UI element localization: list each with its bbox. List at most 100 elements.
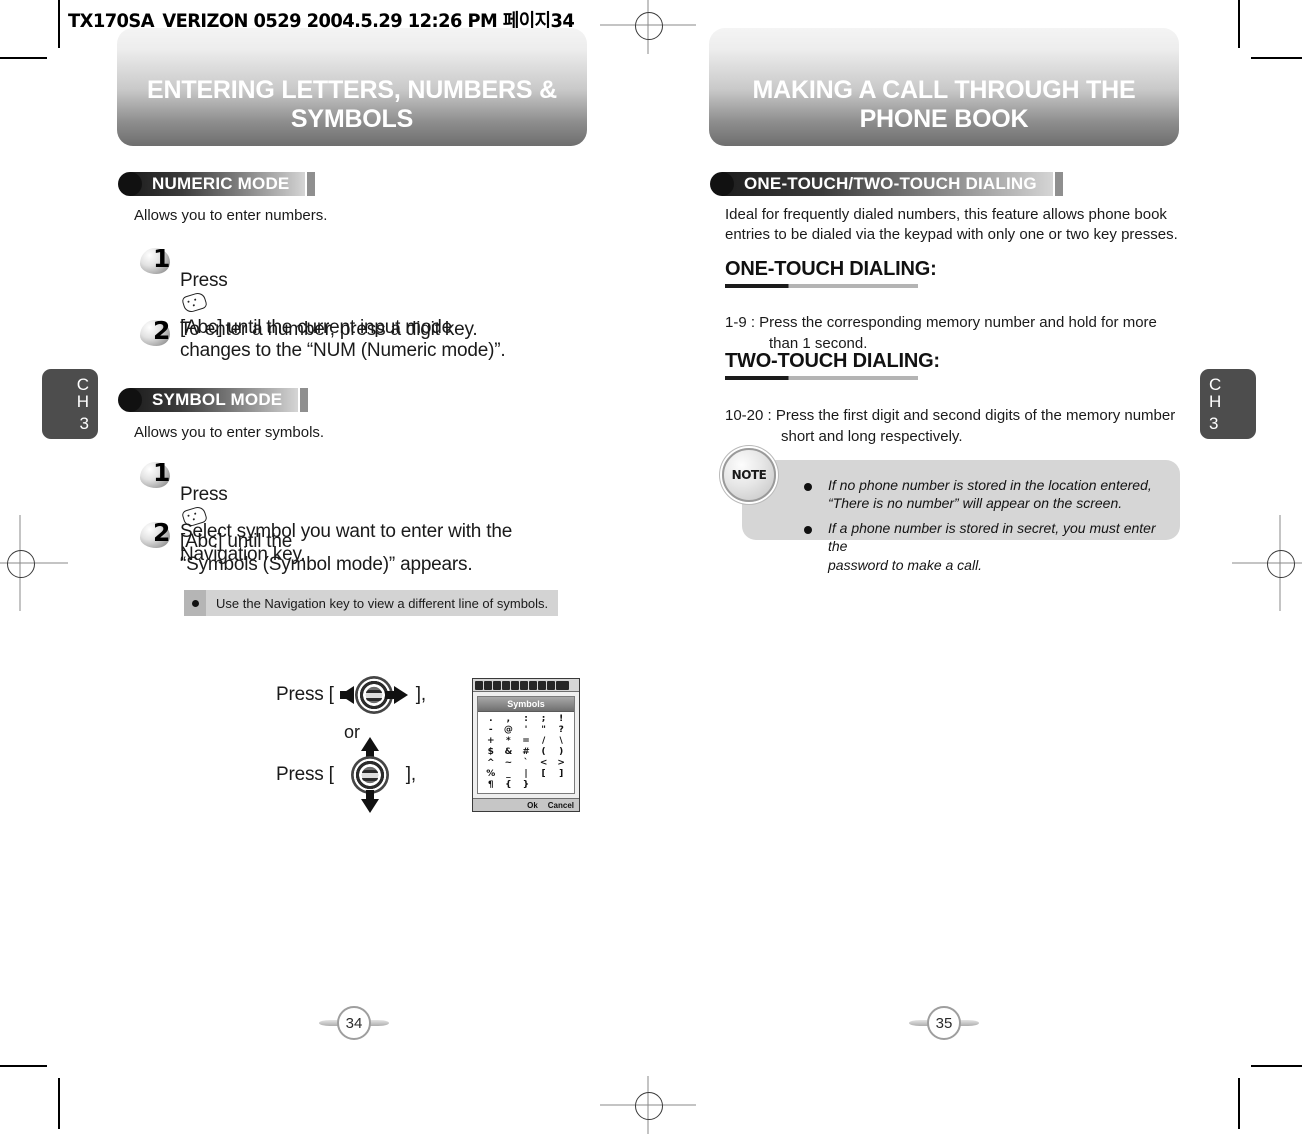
section-bullet-icon [710,172,734,196]
symbol-cell[interactable]: ] [552,769,570,780]
section-heading-symbol-mode: SYMBOL MODE [118,387,309,413]
symbol-cell[interactable]: * [500,736,518,747]
symbol-mode-intro: Allows you to enter symbols. [134,424,325,441]
right-page-banner: MAKING A CALL THROUGH THE PHONE BOOK [709,28,1179,146]
symbol-cell[interactable]: | [517,769,535,780]
subhead-rule [725,284,918,288]
symbol-cell[interactable]: } [517,780,535,791]
registration-circle [1267,550,1295,578]
symbol-cell[interactable]: > [552,758,570,769]
symbol-cell[interactable]: # [517,747,535,758]
symbol-cell[interactable]: ; [535,714,553,725]
symbol-cell[interactable]: ` [517,758,535,769]
symbol-cell[interactable]: : [517,714,535,725]
symbol-cell[interactable]: ^ [482,758,500,769]
one-touch-lead: 1-9 : Press the corresponding memory num… [725,314,1157,332]
symbol-cell[interactable]: ( [535,747,553,758]
symbol-cell[interactable]: ! [552,714,570,725]
crop-mark-bottom-right-horizontal [1251,1065,1302,1067]
symbol-step-2: 2 Select symbol you want to enter with t… [140,518,570,566]
arrow-up-icon [360,737,379,760]
arrow-down-icon [360,790,379,813]
phone-status-bar [473,679,579,692]
note-badge-label: NOTE [731,468,767,482]
nav-press-label-1: Press [ [276,684,334,705]
camera-icon [502,680,510,690]
music-icon [529,680,537,690]
softkey-ok[interactable]: Ok [527,801,538,810]
crop-mark-bottom-right-vertical [1238,1078,1240,1129]
symbol-cell[interactable]: ~ [500,758,518,769]
note-text: If a phone number is stored in secret, y… [828,519,1156,573]
symbol-cell[interactable]: - [482,725,500,736]
chapter-tab-left-number: 3 [79,413,89,433]
section-heading-tail [300,388,309,412]
message-icon [520,680,528,690]
symbol-cell[interactable]: ¶ [482,780,500,791]
symbol-cell[interactable]: $ [482,747,500,758]
note-bullet-icon [804,483,812,491]
section-heading-numeric-mode: NUMERIC MODE [118,171,316,197]
symbol-cell[interactable]: , [500,714,518,725]
symbol-cell[interactable]: \ [552,736,570,747]
section-heading-one-two-touch-dialing: ONE-TOUCH/TWO-TOUCH DIALING [710,171,1063,197]
symbol-cell[interactable]: / [535,736,553,747]
crop-mark-bottom-left-horizontal [0,1065,47,1067]
section-heading-tail [307,172,316,196]
section-bullet-icon [118,388,142,412]
registration-mark-right [1232,515,1302,611]
step-number-digit: 2 [153,316,171,345]
symbol-cell[interactable]: + [482,736,500,747]
two-touch-dialing-subhead: TWO-TOUCH DIALING: [725,350,940,380]
registration-mark-bottom [600,1076,696,1134]
step-number-badge: 2 [140,316,180,350]
step-number-badge: 2 [140,518,180,552]
nav-line-horizontal: Press [ ], [276,676,446,714]
step-text-before: Press [180,484,228,506]
chapter-tab-right-letters: C H [1209,375,1222,412]
numeric-mode-intro: Allows you to enter numbers. [134,207,328,224]
symbol-cell[interactable]: ? [552,725,570,736]
page-number-left: 34 [319,1006,389,1040]
phone-screen-symbols: Symbols . , : ; ! - @ ' " ? + * = / \ $ … [472,678,580,812]
softkey-cancel[interactable]: Cancel [548,801,574,810]
note-list: If no phone number is stored in the loca… [804,476,1166,580]
nav-line-vertical: Press [ ], [276,737,446,813]
note-callout: If no phone number is stored in the loca… [742,460,1180,573]
symbol-cell[interactable]: " [535,725,553,736]
symbol-cell[interactable]: ' [517,725,535,736]
crop-mark-top-left-vertical [58,0,60,48]
tip-bullet-box [184,590,206,616]
step-number-digit: 1 [153,458,171,487]
symbol-cell[interactable]: . [482,714,500,725]
symbol-cell[interactable]: [ [535,769,553,780]
step-text: To enter a number, press a digit key. [180,319,478,340]
symbol-cell[interactable] [535,780,553,791]
step-text-before: Press [180,270,228,292]
registration-circle [7,550,35,578]
nav-close-1: ], [415,684,426,705]
symbol-grid[interactable]: . , : ; ! - @ ' " ? + * = / \ $ & # ( ) … [478,712,574,793]
step-number-digit: 1 [153,244,171,273]
phone-screen-title: Symbols [478,697,574,712]
symbol-cell[interactable]: { [500,780,518,791]
crop-mark-top-right-vertical [1238,0,1240,48]
note-badge-icon: NOTE [722,448,776,502]
one-touch-dialing-subhead: ONE-TOUCH DIALING: [725,258,937,288]
section-heading-bar: NUMERIC MODE [130,172,306,196]
step-number-badge: 1 [140,244,180,278]
symbol-cell[interactable]: _ [500,769,518,780]
note-text: If no phone number is stored in the loca… [828,477,1152,512]
note-item: If no phone number is stored in the loca… [804,476,1166,513]
symbol-cell[interactable]: = [517,736,535,747]
tip-text: Use the Navigation key to view a differe… [206,590,559,616]
symbol-cell[interactable]: ) [552,747,570,758]
symbol-cell[interactable]: @ [500,725,518,736]
symbol-cell[interactable]: % [482,769,500,780]
symbol-cell[interactable] [552,780,570,791]
chapter-tab-left: C H 3 [42,369,98,439]
phone-screen-body: Symbols . , : ; ! - @ ' " ? + * = / \ $ … [477,696,575,794]
symbol-cell[interactable]: < [535,758,553,769]
registration-circle [635,12,663,40]
symbol-cell[interactable]: & [500,747,518,758]
